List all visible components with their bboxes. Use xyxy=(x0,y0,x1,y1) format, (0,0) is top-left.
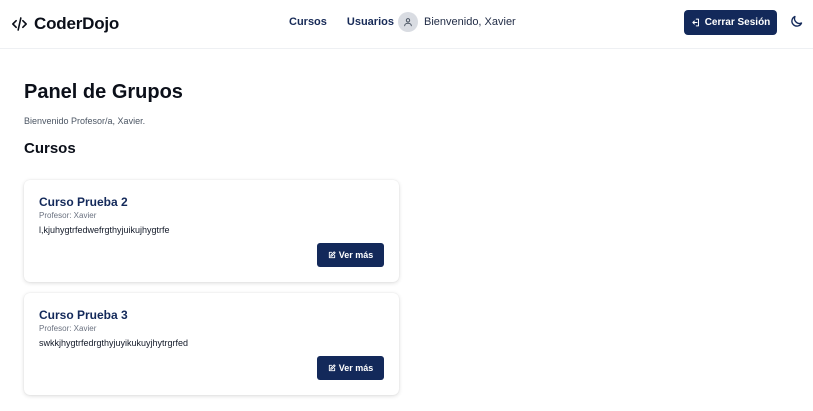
brand-name: CoderDojo xyxy=(34,14,120,33)
course-title: Curso Prueba 3 xyxy=(39,308,128,322)
brand-logo-link[interactable]: CoderDojo xyxy=(11,14,119,34)
course-card: Curso Prueba 3 Profesor: Xavier swkkjhyg… xyxy=(24,293,399,395)
page-title: Panel de Grupos xyxy=(24,81,183,103)
course-description: l,kjuhygtrfedwefrgthyjuikujhygtrfe xyxy=(39,225,170,235)
nav-link-cursos[interactable]: Cursos xyxy=(289,16,327,28)
edit-icon xyxy=(328,251,336,259)
course-teacher: Profesor: Xavier xyxy=(39,324,97,333)
navbar: CoderDojo Cursos Usuarios Bienvenido, Xa… xyxy=(0,0,813,49)
nav-link-usuarios[interactable]: Usuarios xyxy=(347,16,394,28)
view-more-button[interactable]: Ver más xyxy=(317,356,384,380)
course-title: Curso Prueba 2 xyxy=(39,195,128,209)
section-title: Cursos xyxy=(24,140,76,157)
course-description: swkkjhygtrfedrgthyjuyikukuyjhytrgrfed xyxy=(39,338,189,348)
course-card: Curso Prueba 2 Profesor: Xavier l,kjuhyg… xyxy=(24,180,399,282)
view-more-button[interactable]: Ver más xyxy=(317,243,384,267)
avatar xyxy=(398,12,418,32)
edit-icon xyxy=(328,364,336,372)
page-subtitle: Bienvenido Profesor/a, Xavier. xyxy=(24,116,146,126)
user-welcome: Bienvenido, Xavier xyxy=(398,12,516,32)
main-nav: Cursos Usuarios xyxy=(289,16,394,28)
user-icon xyxy=(404,18,412,27)
moon-icon xyxy=(791,15,803,27)
logout-button[interactable]: Cerrar Sesión xyxy=(684,10,777,35)
code-icon xyxy=(12,17,27,31)
view-more-label: Ver más xyxy=(338,250,374,260)
course-teacher: Profesor: Xavier xyxy=(39,211,97,220)
logout-icon xyxy=(692,18,699,27)
logout-label: Cerrar Sesión xyxy=(704,17,771,28)
theme-toggle[interactable] xyxy=(789,14,805,30)
welcome-text: Bienvenido, Xavier xyxy=(424,16,516,28)
view-more-label: Ver más xyxy=(338,363,374,373)
